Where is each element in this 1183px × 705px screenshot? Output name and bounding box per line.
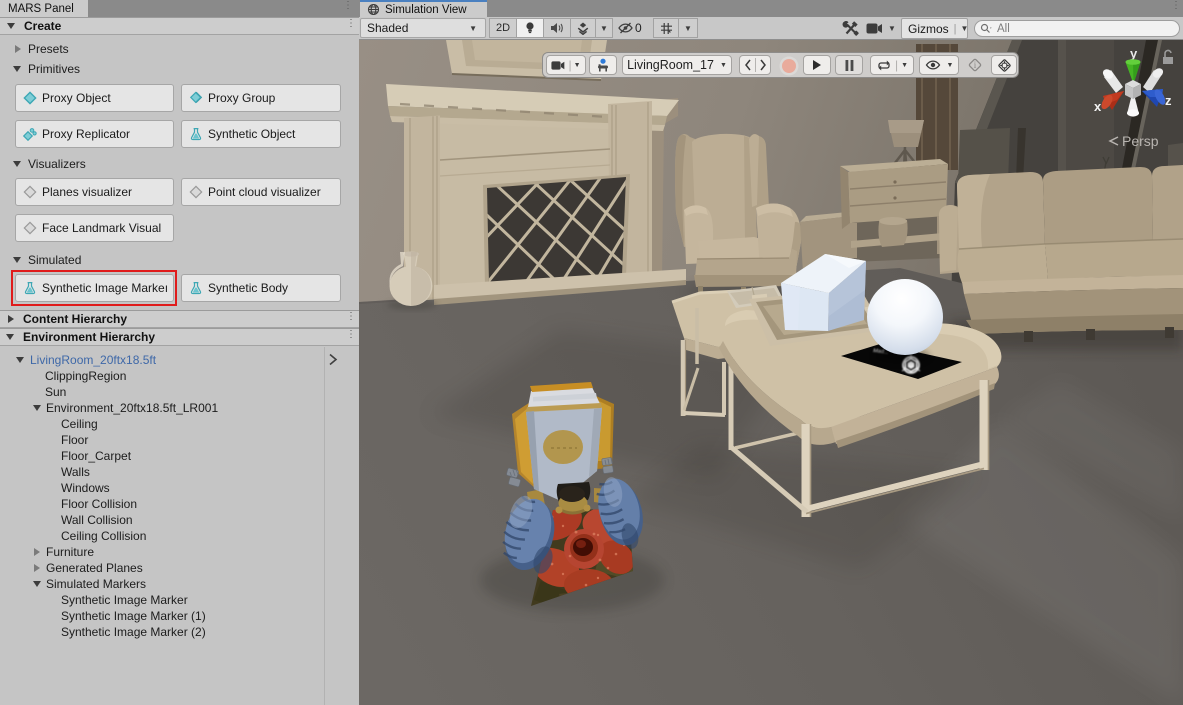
svg-text:x: x bbox=[1094, 99, 1102, 114]
svg-text:Persp: Persp bbox=[1122, 133, 1159, 149]
svg-text:z: z bbox=[1165, 93, 1172, 108]
svg-text:i: i bbox=[974, 60, 977, 70]
svg-text:y: y bbox=[1130, 46, 1138, 61]
